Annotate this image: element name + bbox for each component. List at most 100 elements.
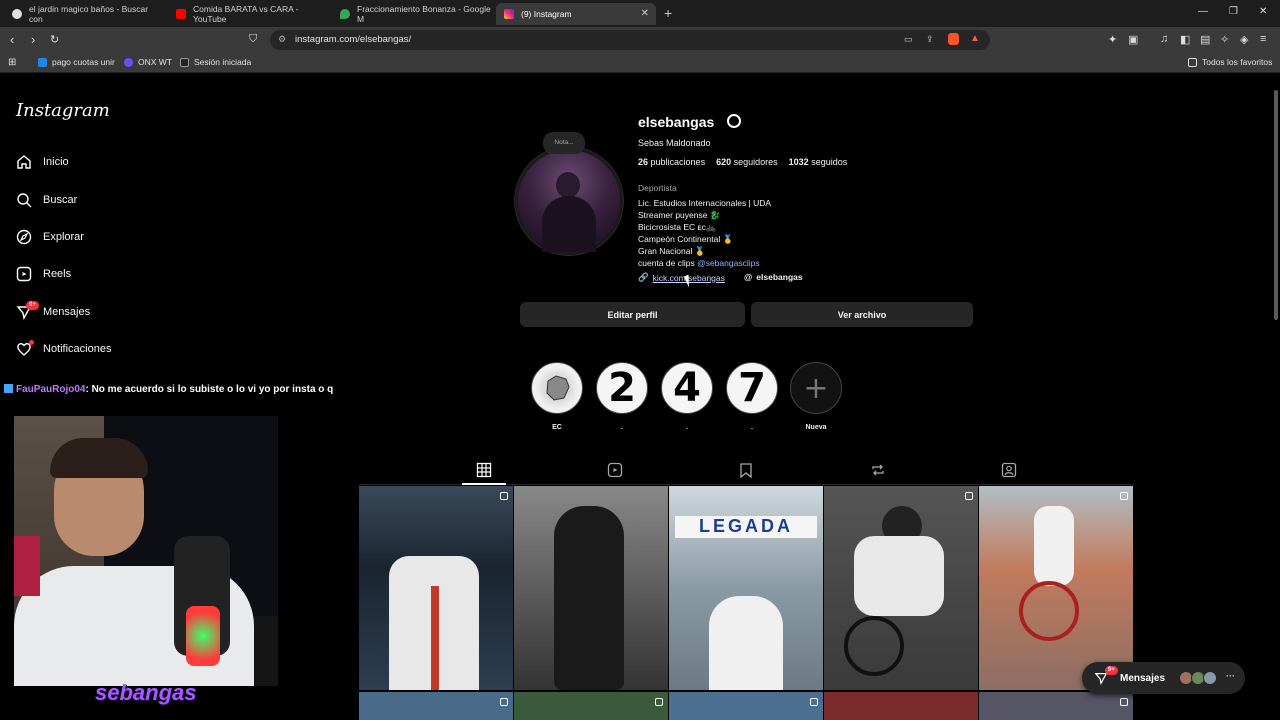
apps-icon[interactable]: ⊞ <box>8 57 16 68</box>
profile-avatar[interactable] <box>518 150 620 252</box>
tagged-tab-icon[interactable] <box>1001 462 1017 478</box>
highlight-glyph: 4 <box>673 365 701 411</box>
plus-icon: + <box>803 370 829 406</box>
view-archive-button[interactable]: Ver archivo <box>751 302 973 327</box>
post-thumbnail[interactable] <box>979 486 1133 690</box>
new-highlight-button[interactable]: + <box>790 362 842 414</box>
page-scrollbar[interactable] <box>1274 90 1278 320</box>
profile-category: Deportista <box>638 183 677 193</box>
highlight-4[interactable]: 4 <box>661 362 713 414</box>
browser-tab[interactable]: el jardin magico baños - Buscar con <box>4 3 164 25</box>
note-bubble[interactable]: Nota... <box>543 132 585 154</box>
bookmark-item[interactable]: ONX WT <box>124 57 172 67</box>
reposts-tab-icon[interactable] <box>870 462 886 478</box>
messages-badge: 9+ <box>26 301 39 310</box>
post-thumbnail[interactable] <box>824 486 978 690</box>
sidebar-item-label: Notificaciones <box>43 343 112 355</box>
clips-mention-link[interactable]: @sebangasclips <box>697 258 760 268</box>
saved-tab-icon[interactable] <box>738 462 754 478</box>
screen-icon[interactable]: ▭ <box>904 34 913 45</box>
close-tab-icon[interactable]: ✕ <box>641 8 649 19</box>
bookmark-favicon-icon <box>38 57 47 67</box>
bookmark-item[interactable]: Sesión iniciada <box>180 57 251 67</box>
media-icon[interactable]: ♫ <box>1160 33 1168 45</box>
post-thumbnail[interactable] <box>669 692 823 720</box>
post-thumbnail[interactable]: LEGADA <box>669 486 823 690</box>
post-thumbnail[interactable] <box>359 692 513 720</box>
posts-label: publicaciones <box>650 157 706 167</box>
post-thumbnail[interactable] <box>514 486 668 690</box>
more-icon: ··· <box>1226 671 1235 681</box>
threads-link[interactable]: @ elsebangas <box>744 272 803 282</box>
forward-icon[interactable]: › <box>31 32 35 47</box>
all-favorites-label: Todos los favoritos <box>1202 57 1273 67</box>
minimize-icon[interactable]: — <box>1198 6 1208 17</box>
post-thumbnail[interactable] <box>359 486 513 690</box>
sidebar-item-explorar[interactable]: Explorar <box>16 229 84 245</box>
external-link[interactable]: 🔗 kick.com/sebangas <box>638 272 725 283</box>
post-thumbnail[interactable] <box>514 692 668 720</box>
leo-ai-icon[interactable]: ✧ <box>1220 33 1229 46</box>
reels-icon <box>16 266 32 282</box>
site-info-icon[interactable]: ⚙ <box>278 34 286 45</box>
post-thumbnail[interactable] <box>979 692 1133 720</box>
sidebar-item-reels[interactable]: Reels <box>16 266 71 282</box>
close-window-icon[interactable]: ✕ <box>1259 6 1267 17</box>
highlight-label: EC <box>552 424 562 431</box>
messages-floating-button[interactable]: 9+ Mensajes ··· <box>1082 662 1245 694</box>
link-icon: 🔗 <box>638 272 649 282</box>
maximize-icon[interactable]: ❐ <box>1229 6 1238 17</box>
highlight-2[interactable]: 2 <box>596 362 648 414</box>
instagram-logo[interactable]: Instagram <box>16 100 110 121</box>
brave-shield-icon[interactable] <box>948 33 959 45</box>
highlight-ec[interactable] <box>531 362 583 414</box>
google-icon <box>12 9 22 19</box>
back-icon[interactable]: ‹ <box>10 32 14 47</box>
reload-icon[interactable]: ↻ <box>50 33 59 46</box>
threads-handle: elsebangas <box>756 272 803 282</box>
reels-tab-icon[interactable] <box>607 462 623 478</box>
bookmark-label: pago cuotas unir <box>52 57 115 67</box>
sidebar-item-inicio[interactable]: Inicio <box>16 154 69 170</box>
browser-tab[interactable]: Fraccionamiento Bonanza - Google M <box>332 3 492 25</box>
bookmark-item[interactable]: pago cuotas unir <box>38 57 115 67</box>
wallet-icon[interactable]: ▤ <box>1200 33 1210 46</box>
browser-tab-bar: el jardin magico baños - Buscar con Comi… <box>0 0 1280 27</box>
rider-jersey-image <box>854 536 944 616</box>
brave-rewards-icon[interactable]: ▲ <box>970 33 980 44</box>
active-tab-indicator <box>462 483 506 485</box>
highlight-7[interactable]: 7 <box>726 362 778 414</box>
edit-profile-button[interactable]: Editar perfil <box>520 302 745 327</box>
chat-username: FauPauRojo04 <box>16 384 86 395</box>
url-field[interactable]: ⚙ instagram.com/elsebangas/ ▭ ⇪ ▲ <box>270 30 990 50</box>
browser-tab[interactable]: Comida BARATA vs CARA - YouTube <box>168 3 328 25</box>
share-icon[interactable]: ⇪ <box>926 34 934 45</box>
bike-wheel-image <box>1019 581 1079 641</box>
tab-search-icon[interactable]: ▣ <box>1128 33 1138 46</box>
followers-stat[interactable]: 620 seguidores <box>716 157 778 167</box>
explore-icon <box>16 229 32 245</box>
carousel-icon <box>500 492 508 500</box>
bookmark-label: Sesión iniciada <box>194 57 252 67</box>
carousel-icon <box>500 698 508 706</box>
all-favorites[interactable]: Todos los favoritos <box>1188 57 1272 67</box>
sidebar-toggle-icon[interactable]: ◧ <box>1180 33 1190 46</box>
menu-icon[interactable]: ≡ <box>1260 33 1266 45</box>
carousel-icon <box>810 698 818 706</box>
posts-grid-icon[interactable] <box>476 462 492 478</box>
bookmarks-bar: ⊞ pago cuotas unir ONX WT Sesión iniciad… <box>0 53 1280 73</box>
sidebar-item-label: Inicio <box>43 156 69 168</box>
profile-stats: 26 publicaciones 620 seguidores 1032 seg… <box>638 157 847 167</box>
browser-tab-active[interactable]: (9) Instagram ✕ <box>496 3 656 25</box>
following-stat[interactable]: 1032 seguidos <box>789 157 848 167</box>
bookmark-label: ONX WT <box>138 57 172 67</box>
jersey-stripe-image <box>431 586 439 690</box>
settings-icon[interactable] <box>727 114 741 128</box>
bookmark-icon[interactable]: ⛉ <box>249 33 257 46</box>
vpn-icon[interactable]: ◈ <box>1240 33 1248 46</box>
new-tab-button[interactable]: + <box>664 5 672 21</box>
youtube-icon <box>176 9 186 19</box>
post-thumbnail[interactable] <box>824 692 978 720</box>
sidebar-item-buscar[interactable]: Buscar <box>16 192 77 208</box>
extensions-icon[interactable]: ✦ <box>1108 33 1117 46</box>
